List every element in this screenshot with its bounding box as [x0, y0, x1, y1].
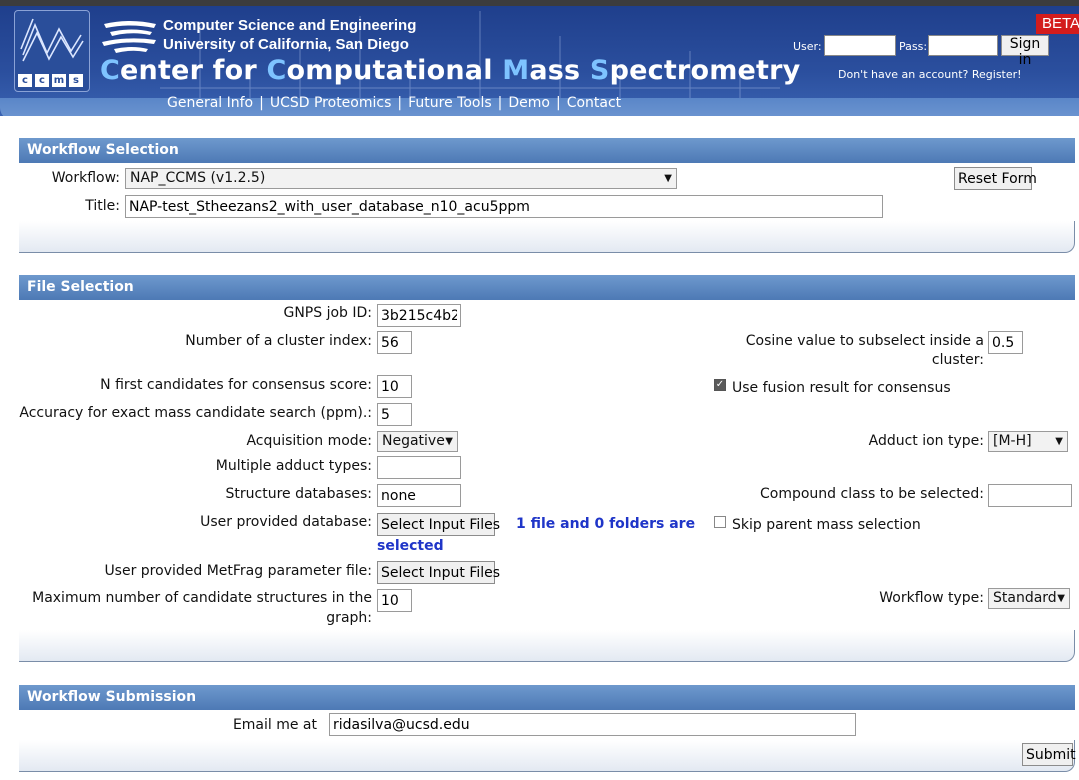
username-input[interactable] — [824, 35, 896, 56]
beta-badge: BETA — [1036, 14, 1079, 34]
file-selection-heading: File Selection — [19, 275, 1075, 300]
nav-contact[interactable]: Contact — [567, 95, 621, 111]
title-label: Title: — [85, 198, 120, 214]
site-title-part: S — [589, 55, 610, 86]
pass-label: Pass: — [899, 40, 928, 53]
adduct-ion-type-select[interactable]: [M-H] ▼ — [988, 431, 1068, 452]
selected-files-status[interactable]: 1 file and 0 folders are — [516, 516, 695, 532]
nav-general-info[interactable]: General Info — [167, 95, 253, 111]
cosine-value-input[interactable] — [988, 331, 1023, 354]
gnps-job-id-label: GNPS job ID: — [283, 305, 372, 321]
department-name: Computer Science and Engineering — [163, 17, 417, 34]
file-selection-footer — [19, 630, 1075, 662]
workflow-type-select[interactable]: Standard ▼ — [988, 588, 1070, 609]
user-label: User: — [793, 40, 822, 53]
fusion-result-checkbox[interactable]: ✓ — [714, 379, 726, 391]
workflow-selection-heading: Workflow Selection — [19, 138, 1075, 163]
nav-ucsd-proteomics[interactable]: UCSD Proteomics — [270, 95, 392, 111]
user-database-select-files-button[interactable]: Select Input Files — [377, 513, 500, 536]
university-name: University of California, San Diego — [163, 36, 409, 53]
cosine-value-label-cont: cluster: — [931, 352, 984, 368]
logo-letter: s — [69, 74, 83, 87]
submission-footer — [19, 740, 1075, 772]
site-title-part: C — [266, 55, 287, 86]
gnps-job-id-input[interactable] — [377, 304, 461, 327]
site-title-part: C — [100, 55, 121, 86]
fusion-result-label: Use fusion result for consensus — [732, 380, 951, 396]
workflow-submission-heading: Workflow Submission — [19, 685, 1075, 710]
logo-letter: c — [18, 74, 32, 87]
email-input[interactable] — [329, 713, 856, 736]
site-title-part: M — [502, 55, 530, 86]
dropdown-arrow-icon: ▼ — [1055, 436, 1063, 447]
compound-class-label: Compound class to be selected: — [760, 486, 984, 502]
password-input[interactable] — [928, 35, 998, 56]
site-title-part: enter for — [120, 55, 267, 86]
logo-letter: m — [52, 74, 66, 87]
nav-demo[interactable]: Demo — [508, 95, 550, 111]
multiple-adduct-types-label: Multiple adduct types: — [215, 458, 372, 474]
ucsd-logo-icon — [102, 21, 156, 53]
skip-parent-mass-checkbox[interactable] — [714, 516, 726, 528]
adduct-ion-type-value: [M-H] — [993, 433, 1032, 449]
register-link[interactable]: Don't have an account? Register! — [838, 68, 1022, 81]
reset-form-button[interactable]: Reset Form — [954, 167, 1037, 190]
dropdown-arrow-icon: ▼ — [1057, 593, 1065, 604]
workflow-type-label: Workflow type: — [879, 590, 984, 606]
workflow-type-value: Standard — [993, 590, 1057, 606]
nav-separator: | — [259, 95, 264, 111]
metfrag-file-label: User provided MetFrag parameter file: — [104, 563, 372, 579]
email-label: Email me at — [232, 717, 317, 733]
logo-letter: c — [35, 74, 49, 87]
site-header: c c m s Computer Science and Engineering… — [0, 6, 1079, 116]
max-structures-label: Maximum number of candidate structures i… — [32, 590, 372, 606]
workflow-select[interactable]: NAP_CCMS (v1.2.5) ▼ — [125, 168, 677, 189]
nav-separator: | — [497, 95, 503, 111]
site-title-part: ass — [529, 55, 590, 86]
structure-databases-label: Structure databases: — [225, 486, 373, 502]
workflow-label: Workflow: — [51, 170, 120, 186]
sign-in-button[interactable]: Sign in — [1001, 35, 1049, 68]
site-title-part: pectrometry — [609, 55, 801, 86]
site-title[interactable]: Center for Computational Mass Spectromet… — [100, 55, 800, 86]
acquisition-mode-label: Acquisition mode: — [246, 433, 372, 449]
cluster-index-input[interactable] — [377, 331, 412, 354]
nav-separator: | — [555, 95, 561, 111]
ccms-logo-graphic-icon — [20, 18, 84, 62]
skip-parent-mass-label: Skip parent mass selection — [732, 517, 921, 533]
max-structures-input[interactable] — [377, 589, 412, 612]
structure-databases-input[interactable] — [377, 484, 461, 507]
submit-button[interactable]: Submit — [1022, 743, 1076, 766]
title-input[interactable] — [125, 195, 883, 218]
dropdown-arrow-icon: ▼ — [445, 436, 453, 447]
cosine-value-label: Cosine value to subselect inside a — [745, 333, 984, 349]
compound-class-input[interactable] — [988, 484, 1072, 507]
metfrag-select-files-button[interactable]: Select Input Files — [377, 561, 500, 584]
accuracy-label: Accuracy for exact mass candidate search… — [19, 405, 372, 421]
site-title-part: omputational — [286, 55, 503, 86]
workflow-selection-footer — [19, 221, 1075, 253]
n-first-candidates-label: N first candidates for consensus score: — [100, 377, 372, 393]
max-structures-label-cont: graph: — [326, 610, 372, 626]
user-database-label: User provided database: — [200, 514, 372, 530]
acquisition-mode-select[interactable]: Negative ▼ — [377, 431, 458, 452]
cluster-index-label: Number of a cluster index: — [185, 333, 372, 349]
nav-separator: | — [397, 95, 403, 111]
n-first-candidates-input[interactable] — [377, 375, 412, 398]
adduct-ion-type-label: Adduct ion type: — [868, 433, 984, 449]
workflow-select-value: NAP_CCMS (v1.2.5) — [130, 170, 266, 186]
main-nav: General Info | UCSD Proteomics | Future Tool… — [167, 95, 621, 111]
dropdown-arrow-icon: ▼ — [664, 173, 672, 184]
acquisition-mode-value: Negative — [382, 433, 445, 449]
ccms-logo-letters: c c m s — [18, 74, 83, 87]
selected-files-status-cont[interactable]: selected — [377, 538, 444, 554]
multiple-adduct-types-input[interactable] — [377, 456, 461, 479]
accuracy-input[interactable] — [377, 403, 412, 426]
nav-future-tools[interactable]: Future Tools — [408, 95, 492, 111]
